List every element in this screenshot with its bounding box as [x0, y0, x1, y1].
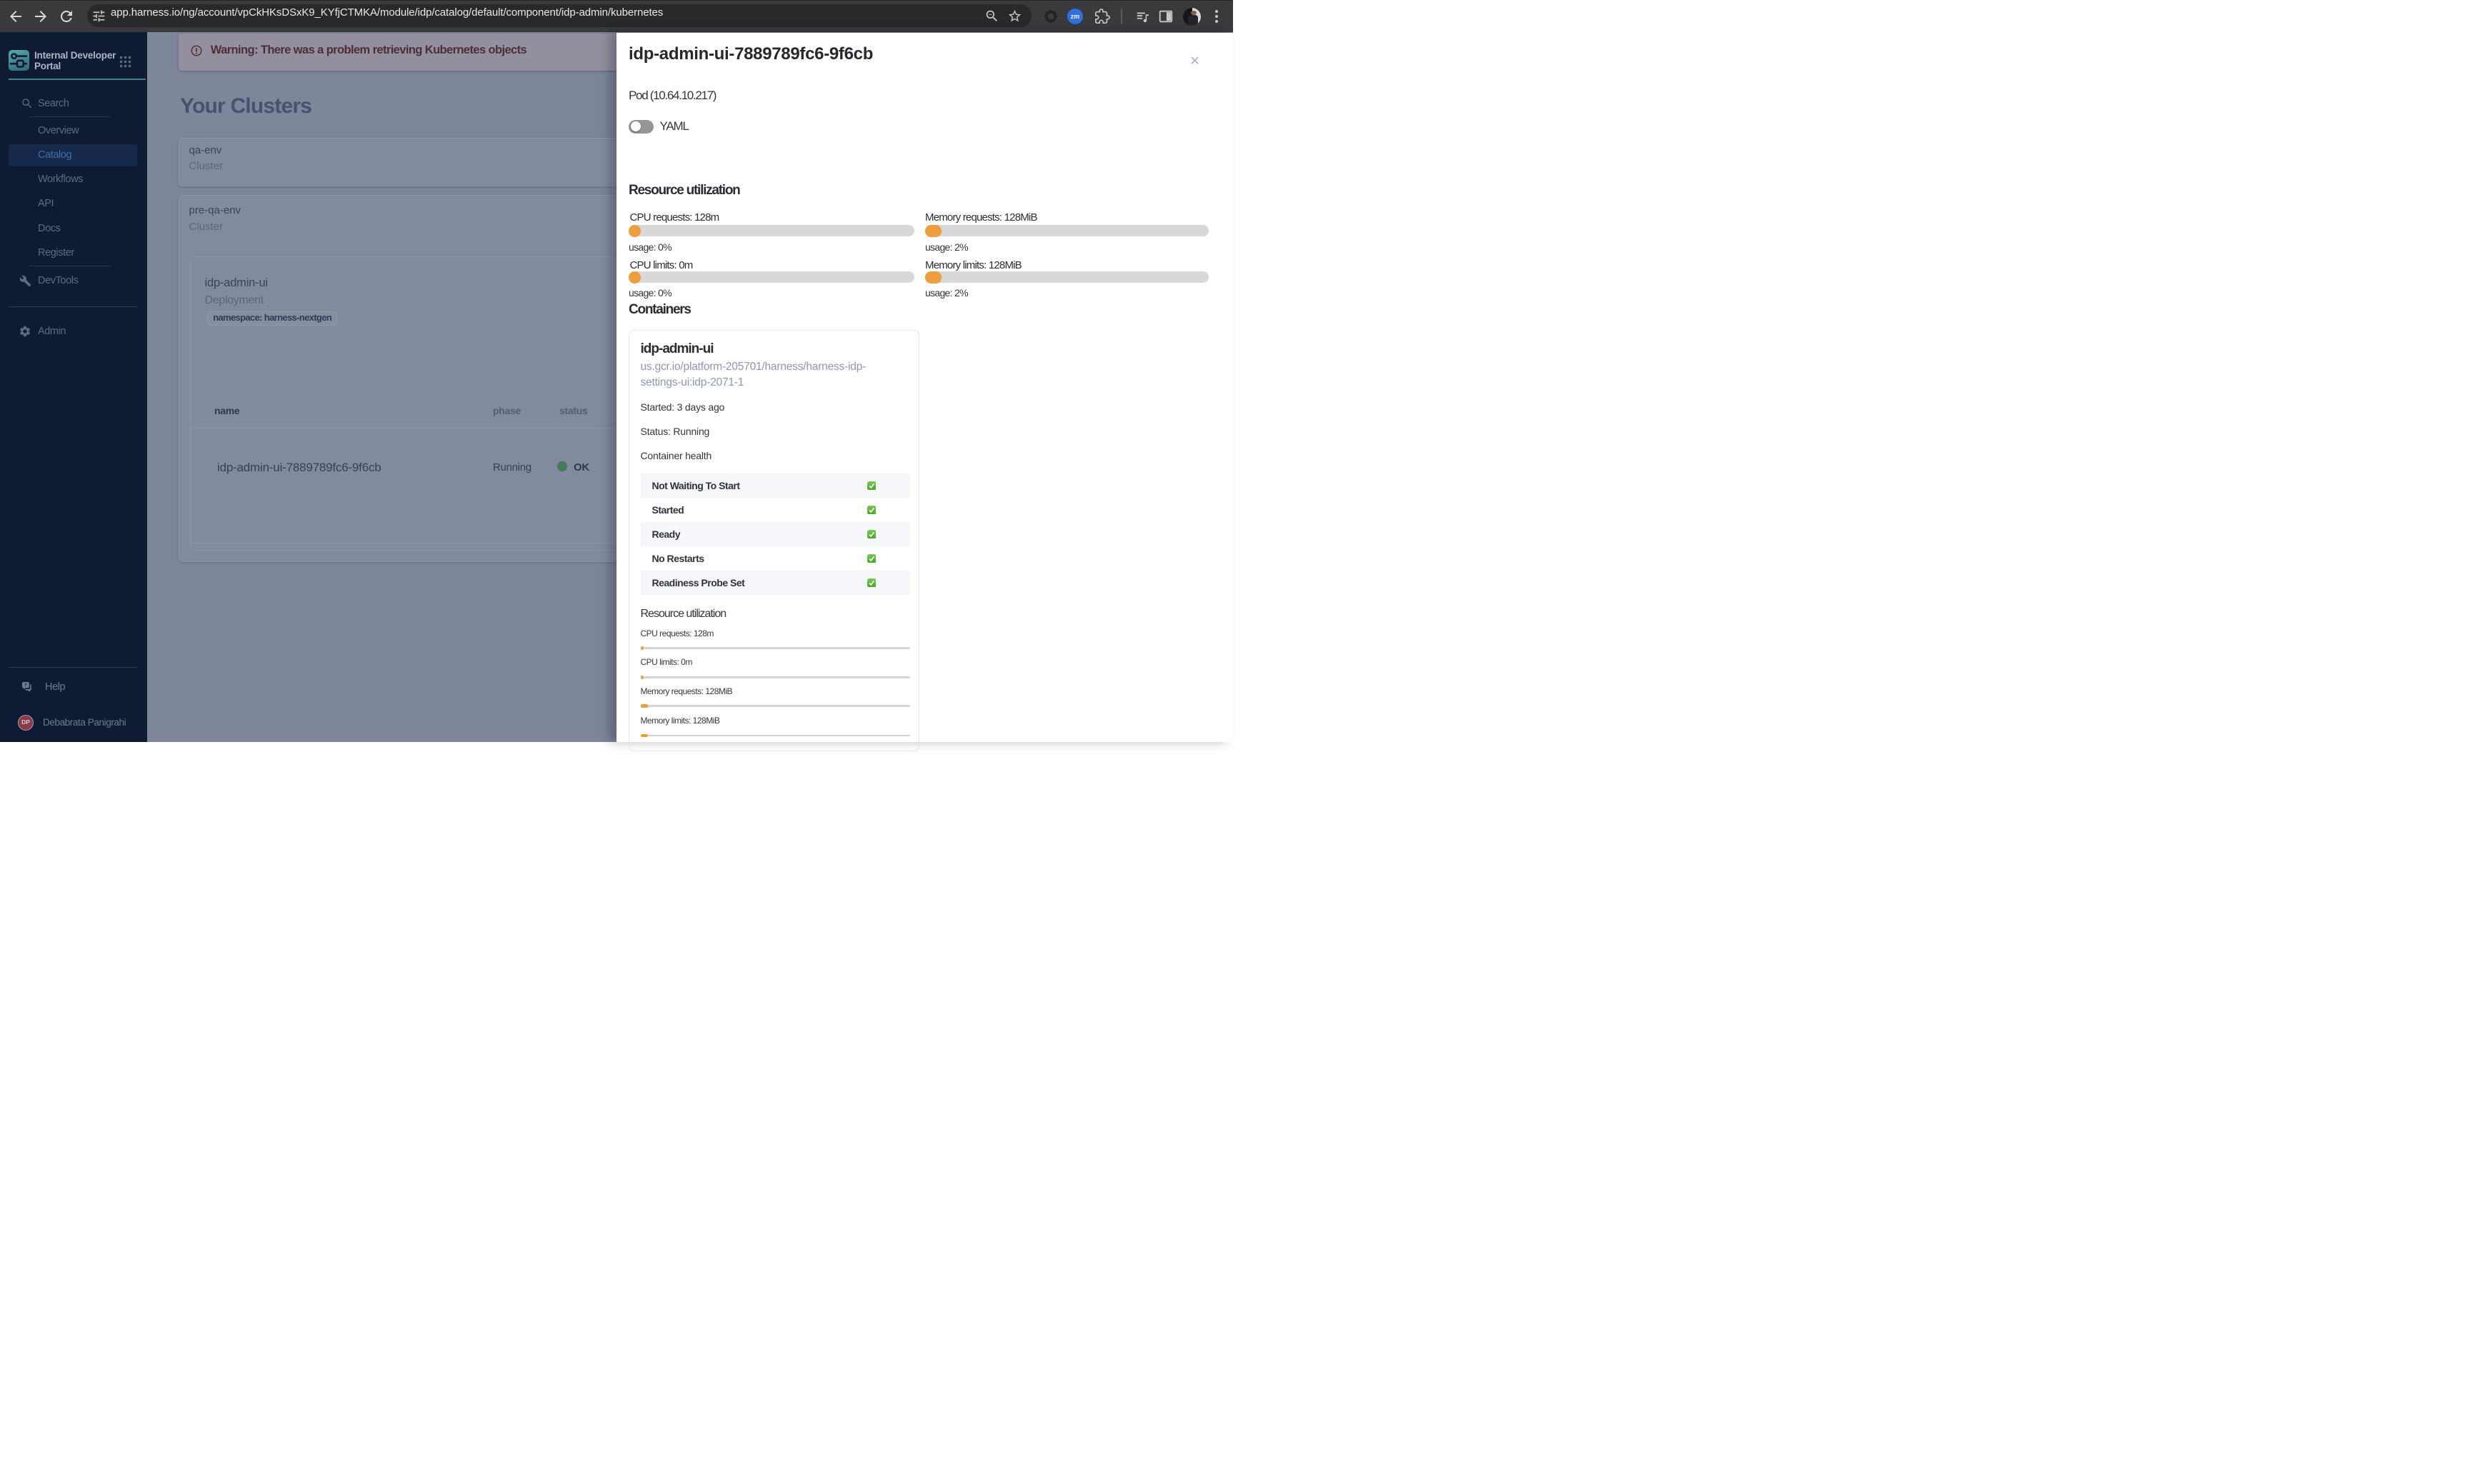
svg-text:?: ?: [24, 683, 27, 688]
